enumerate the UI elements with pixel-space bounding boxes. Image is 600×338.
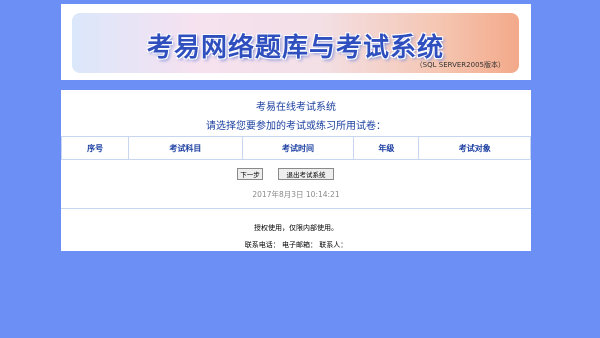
column-header-grade: 年级 — [353, 136, 420, 160]
column-header-index: 序号 — [60, 136, 130, 160]
banner-title: 考易网络题库与考试系统 — [146, 33, 444, 63]
instruction-text: 请选择您要参加的考试或练习所用试卷： — [206, 121, 386, 132]
main-panel: 考易在线考试系统 请选择您要参加的考试或练习所用试卷： 序号 考试科目 考试时间… — [60, 90, 531, 251]
column-header-time: 考试时间 — [241, 136, 355, 160]
column-header-target: 考试对象 — [418, 136, 531, 160]
license-text: 授权使用，仅限内部使用。 — [254, 224, 338, 232]
header-panel: 考易网络题库与考试系统 （SQL SERVER2005版本） — [61, 4, 531, 80]
current-datetime: 2017年8月3日 10:14:21 — [252, 190, 340, 199]
banner-subtitle: （SQL SERVER2005版本） — [415, 61, 505, 69]
contact-info: 联系电话： 电子邮箱： 联系人： — [244, 241, 348, 249]
page-title: 考易在线考试系统 — [256, 102, 336, 113]
column-header-subject: 考试科目 — [128, 136, 243, 160]
exit-system-button[interactable]: 退出考试系统 — [278, 168, 334, 180]
exam-table-header: 序号 考试科目 考试时间 年级 考试对象 — [60, 136, 531, 160]
next-step-button[interactable]: 下一步 — [237, 168, 263, 180]
banner: 考易网络题库与考试系统 （SQL SERVER2005版本） — [72, 13, 519, 73]
divider — [61, 208, 531, 209]
